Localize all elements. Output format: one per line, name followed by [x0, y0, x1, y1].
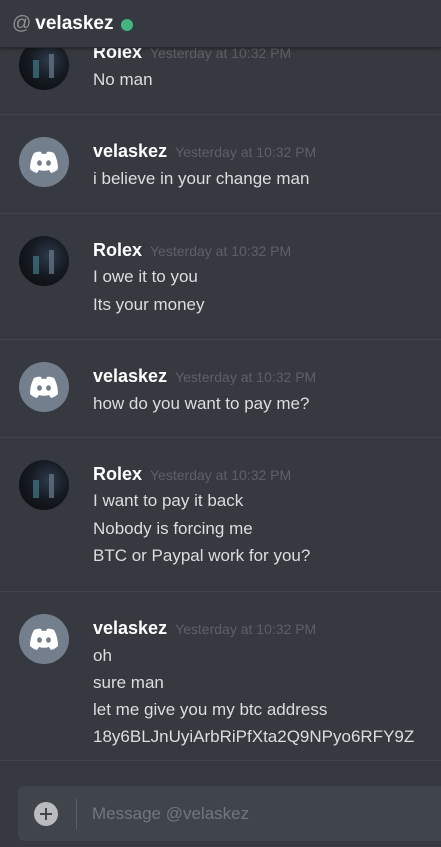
message-timestamp: Yesterday at 10:32 PM: [150, 243, 292, 259]
message-group: Rolex Yesterday at 10:32 PM I owe it to y…: [0, 213, 441, 339]
avatar[interactable]: [19, 614, 69, 664]
message-text: I want to pay it back: [93, 491, 244, 510]
message-group: velaskez Yesterday at 10:32 PM i believe …: [0, 114, 441, 213]
discord-logo-icon: [30, 628, 58, 650]
message-text: sure man: [93, 673, 164, 692]
discord-logo-icon: [30, 376, 58, 398]
message-group: Rolex Yesterday at 10:32 PM No man: [0, 48, 441, 114]
message-author[interactable]: velaskez Yesterday at 10:32 PM: [93, 366, 316, 387]
discord-logo-icon: [30, 151, 58, 173]
message-author[interactable]: Rolex Yesterday at 10:32 PM: [93, 464, 291, 485]
message-text: BTC or Paypal work for you?: [93, 546, 311, 565]
message-text: let me give you my btc address: [93, 700, 328, 719]
message-author[interactable]: Rolex Yesterday at 10:32 PM: [93, 240, 291, 261]
at-symbol: @: [12, 12, 32, 34]
message-author[interactable]: velaskez Yesterday at 10:32 PM: [93, 141, 316, 162]
message-timestamp: Yesterday at 10:32 PM: [175, 369, 317, 385]
dm-username[interactable]: velaskez: [35, 13, 113, 35]
message-text: oh: [93, 646, 112, 665]
avatar[interactable]: [19, 48, 69, 90]
composer-divider: [76, 799, 77, 829]
message-text: Nobody is forcing me: [93, 519, 253, 538]
message-text: I owe it to you: [93, 267, 198, 286]
message-timestamp: Yesterday at 10:32 PM: [150, 48, 292, 61]
avatar[interactable]: [19, 362, 69, 412]
online-status-icon: [121, 18, 134, 31]
message-timestamp: Yesterday at 10:32 PM: [150, 467, 292, 483]
message-input[interactable]: [92, 798, 432, 830]
avatar[interactable]: [19, 137, 69, 187]
message-text: 18y6BLJnUyiArbRiPfXta2Q9NPyo6RFY9Z: [93, 727, 415, 746]
message-group: velaskez Yesterday at 10:32 PM how do you…: [0, 339, 441, 437]
message-group: Rolex Yesterday at 10:32 PM I want to pay…: [0, 437, 441, 591]
avatar[interactable]: [19, 460, 69, 510]
attach-button[interactable]: [34, 802, 58, 826]
message-text: how do you want to pay me?: [93, 394, 310, 413]
message-composer: [18, 786, 441, 841]
message-list[interactable]: Rolex Yesterday at 10:32 PM No man velask…: [0, 48, 441, 783]
message-author[interactable]: Rolex Yesterday at 10:32 PM: [93, 48, 291, 63]
channel-header: @ velaskez: [0, 0, 441, 48]
message-group: velaskez Yesterday at 10:32 PM oh sure ma…: [0, 591, 441, 761]
message-text: No man: [93, 70, 153, 89]
message-timestamp: Yesterday at 10:32 PM: [175, 621, 317, 637]
message-timestamp: Yesterday at 10:32 PM: [175, 144, 317, 160]
message-author[interactable]: velaskez Yesterday at 10:32 PM: [93, 618, 316, 639]
message-text: Its your money: [93, 295, 205, 314]
avatar[interactable]: [19, 236, 69, 286]
plus-icon: [40, 808, 52, 820]
message-text: i believe in your change man: [93, 169, 310, 188]
